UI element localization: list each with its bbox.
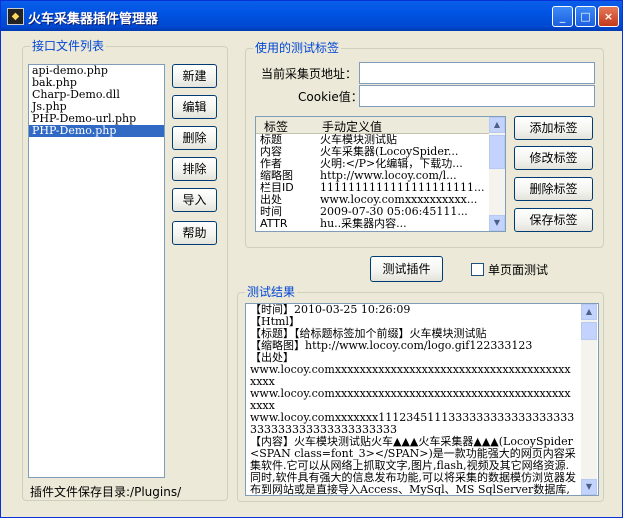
cell-value: hu..采集器内容... bbox=[320, 218, 407, 230]
maximize-button[interactable]: □ bbox=[575, 6, 596, 27]
url-label: 当前采集页地址： bbox=[261, 67, 358, 81]
sort-button[interactable]: 排除 bbox=[172, 157, 217, 181]
table-row[interactable]: 时间 2009-07-30 05:06:45111... bbox=[256, 206, 505, 218]
single-page-checkbox[interactable] bbox=[471, 263, 484, 276]
grid-scrollbar[interactable]: ▲ ▼ bbox=[489, 117, 505, 231]
cell-value: 2009-07-30 05:06:45111... bbox=[320, 206, 468, 218]
interface-file-legend: 接口文件列表 bbox=[30, 39, 107, 53]
single-page-label: 单页面测试 bbox=[488, 263, 549, 277]
cell-tag: 栏目ID bbox=[260, 182, 294, 194]
cell-value: www.locoy.comxxxxxxxxxx... bbox=[320, 194, 478, 206]
cell-value: 火车采集器(LocoySpider... bbox=[320, 146, 459, 158]
table-row[interactable]: 内容 火车采集器(LocoySpider... bbox=[256, 146, 505, 158]
help-button[interactable]: 帮助 bbox=[172, 221, 217, 245]
cell-tag: 出处 bbox=[260, 194, 282, 206]
plugin-manager-window: ◆ 火车采集器插件管理器 _ □ × 接口文件列表 api-demo.php b… bbox=[0, 0, 623, 518]
table-row[interactable]: 缩略图 http://www.locoy.com/l... bbox=[256, 170, 505, 182]
save-tag-button[interactable]: 保存标签 bbox=[514, 208, 593, 232]
scroll-thumb[interactable] bbox=[489, 135, 505, 169]
cell-value: 火车模块测试贴 bbox=[320, 134, 397, 146]
test-tag-legend: 使用的测试标签 bbox=[253, 41, 342, 55]
minimize-button[interactable]: _ bbox=[552, 6, 573, 27]
edit-button[interactable]: 编辑 bbox=[172, 95, 217, 119]
scroll-up-icon[interactable]: ▲ bbox=[489, 117, 505, 133]
url-input[interactable] bbox=[359, 62, 595, 84]
tag-grid[interactable]: 标签 手动定义值 标题 火车模块测试贴 内容 火车采集器(LocoySpider..… bbox=[255, 116, 506, 232]
result-line: www.locoy.comxxxxxxx11123451113333333333… bbox=[250, 411, 575, 436]
test-result-textarea[interactable]: 【时间】2010-03-25 10:26:09 【Html】 【标题】【给标题标… bbox=[245, 303, 599, 496]
window-title: 火车采集器插件管理器 bbox=[28, 12, 159, 27]
cell-value: 火明:</P>化编辑，下载功... bbox=[320, 158, 463, 170]
cell-tag: 内容 bbox=[260, 146, 282, 158]
table-row[interactable]: 标题 火车模块测试贴 bbox=[256, 134, 505, 146]
cell-tag: 标题 bbox=[260, 134, 282, 146]
cell-tag: 作者 bbox=[260, 158, 282, 170]
title-bar[interactable]: ◆ 火车采集器插件管理器 _ □ × bbox=[1, 1, 622, 31]
cookie-label: Cookie值： bbox=[298, 90, 363, 104]
table-row[interactable]: ATTR hu..采集器内容... bbox=[256, 218, 505, 230]
result-line: 【缩略图】http://www.locoy.com/logo.gif122333… bbox=[250, 339, 533, 352]
close-button[interactable]: × bbox=[598, 6, 619, 27]
table-row[interactable]: 作者 火明:</P>化编辑，下载功... bbox=[256, 158, 505, 170]
cell-tag: 缩略图 bbox=[260, 170, 293, 182]
delete-button[interactable]: 删除 bbox=[172, 126, 217, 150]
table-row[interactable]: 栏目ID 1111111111111111111111... bbox=[256, 182, 505, 194]
cell-value: 1111111111111111111111... bbox=[320, 182, 485, 194]
test-plugin-button[interactable]: 测试插件 bbox=[370, 256, 443, 282]
test-result-legend: 测试结果 bbox=[245, 285, 298, 299]
scroll-down-icon[interactable]: ▼ bbox=[489, 215, 505, 231]
cell-tag: 时间 bbox=[260, 206, 282, 218]
new-button[interactable]: 新建 bbox=[172, 64, 217, 88]
result-line: www.locoy.comxxxxxxxxxxxxxxxxxxxxxxxxxxx… bbox=[250, 387, 571, 412]
cookie-input[interactable] bbox=[359, 85, 595, 107]
scroll-thumb[interactable] bbox=[581, 322, 597, 340]
plugin-dir-label: 插件文件保存目录:/Plugins/ bbox=[30, 485, 182, 499]
scroll-up-icon[interactable]: ▲ bbox=[581, 304, 597, 320]
import-button[interactable]: 导入 bbox=[172, 188, 217, 212]
interface-file-list[interactable]: api-demo.php bak.php Charp-Demo.dll Js.p… bbox=[28, 64, 165, 478]
table-row[interactable]: 出处 www.locoy.comxxxxxxxxxx... bbox=[256, 194, 505, 206]
result-line: www.locoy.comxxxxxxxxxxxxxxxxxxxxxxxxxxx… bbox=[250, 363, 571, 388]
grid-header: 标签 手动定义值 bbox=[256, 117, 505, 134]
list-item-selected[interactable]: PHP-Demo.php bbox=[29, 125, 164, 137]
cell-value: http://www.locoy.com/l... bbox=[320, 170, 457, 182]
scroll-down-icon[interactable]: ▼ bbox=[581, 479, 597, 495]
cell-tag: ATTR bbox=[260, 218, 288, 230]
grid-header-tag: 标签 bbox=[264, 120, 289, 134]
grid-header-value: 手动定义值 bbox=[322, 120, 383, 134]
app-icon: ◆ bbox=[7, 8, 24, 25]
modify-tag-button[interactable]: 修改标签 bbox=[514, 146, 593, 170]
add-tag-button[interactable]: 添加标签 bbox=[514, 116, 593, 140]
delete-tag-button[interactable]: 删除标签 bbox=[514, 177, 593, 201]
result-scrollbar[interactable]: ▲ ▼ bbox=[581, 304, 597, 495]
result-line: 【内容】火车模块测试贴火车▲▲▲火车采集器▲▲▲(LocoySpider<SPA… bbox=[250, 435, 576, 496]
